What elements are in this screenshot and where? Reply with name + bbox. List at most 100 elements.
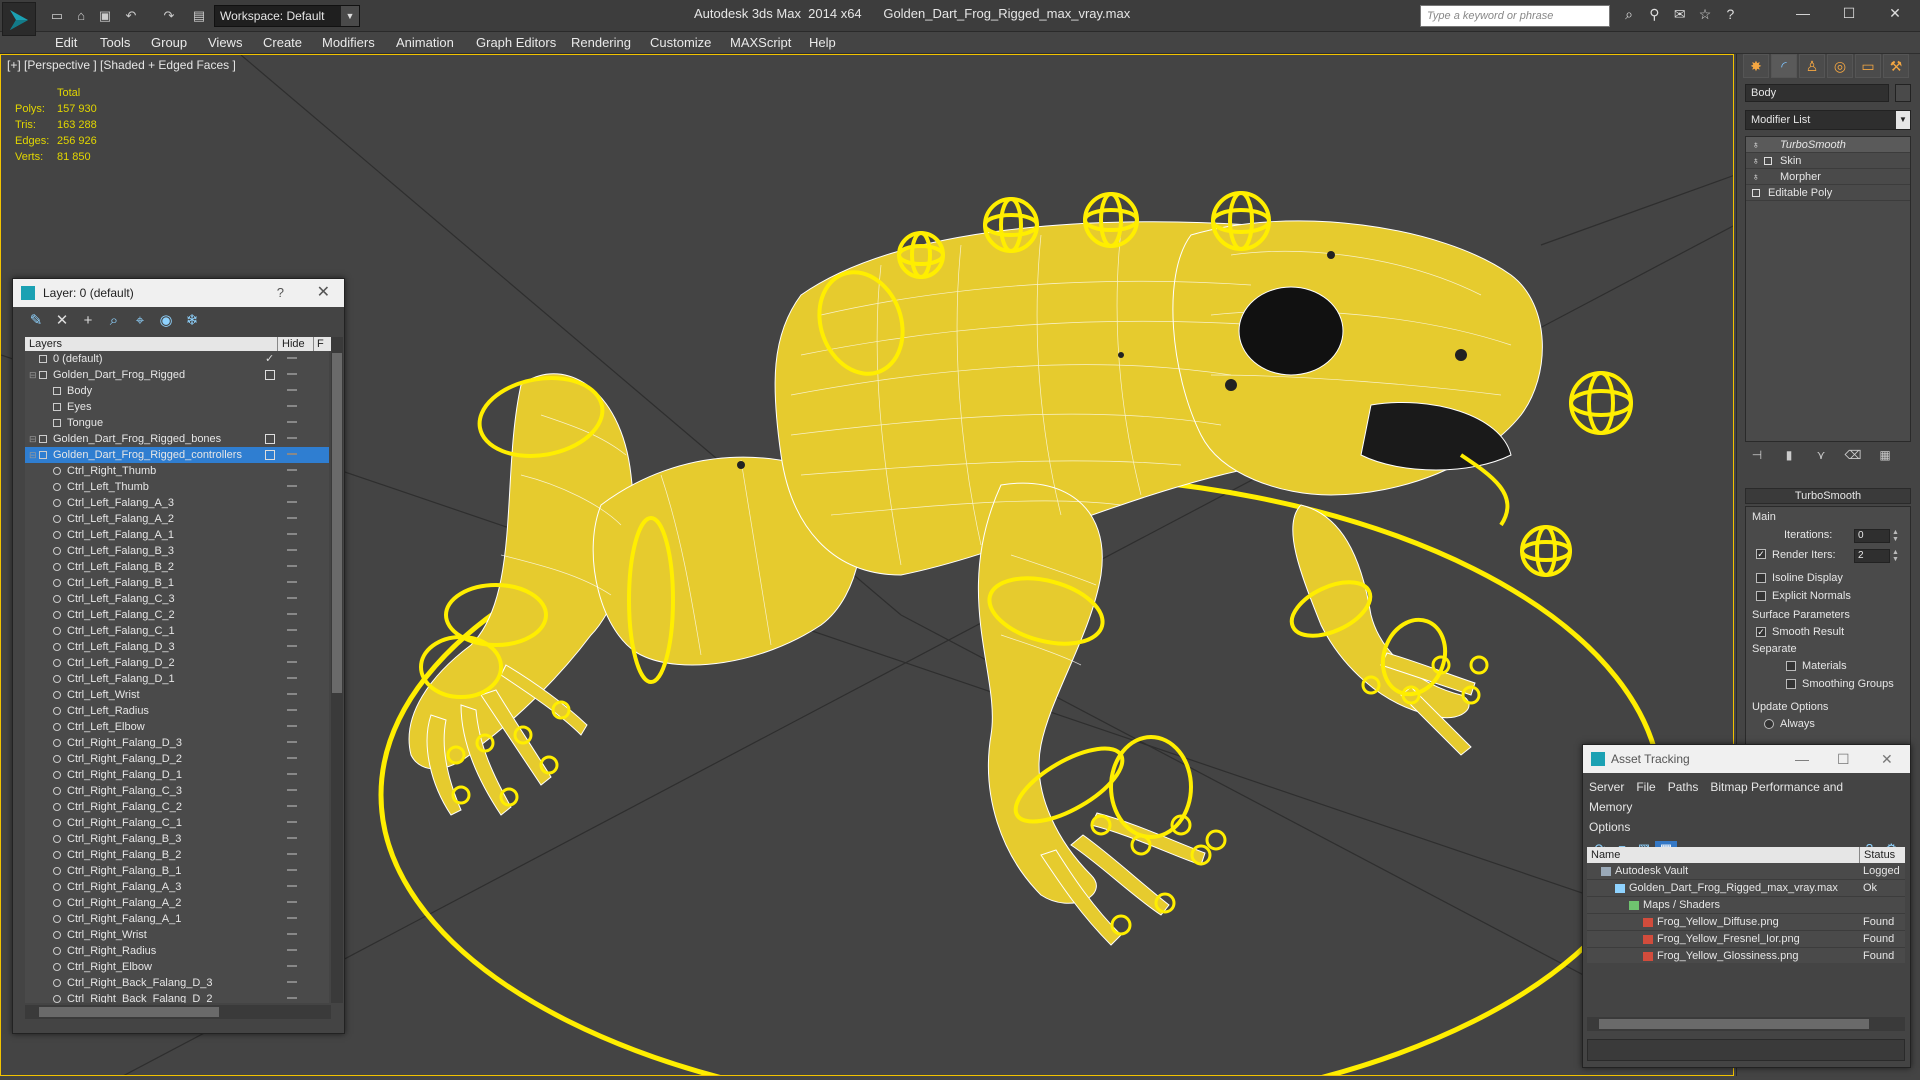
- materials-checkbox[interactable]: [1786, 661, 1796, 671]
- menu-create[interactable]: Create: [263, 35, 302, 50]
- configure-sets-icon[interactable]: ▦: [1873, 448, 1897, 468]
- layer-object-row[interactable]: Ctrl_Right_Falang_C_2: [25, 799, 329, 815]
- hide-toggle[interactable]: [287, 357, 297, 359]
- delete-layer-icon[interactable]: ✕: [49, 311, 75, 331]
- open-file-icon[interactable]: ⌂: [72, 7, 90, 25]
- hide-toggle[interactable]: [287, 645, 297, 647]
- freeze-all-icon[interactable]: ❄: [179, 311, 205, 331]
- layer-object-row[interactable]: Ctrl_Left_Falang_B_1: [25, 575, 329, 591]
- hide-toggle[interactable]: [287, 405, 297, 407]
- maximize-button[interactable]: ☐: [1837, 745, 1850, 773]
- pin-stack-icon[interactable]: ⊣: [1745, 448, 1769, 468]
- hide-toggle[interactable]: [287, 581, 297, 583]
- layer-object-row[interactable]: Ctrl_Left_Falang_D_2: [25, 655, 329, 671]
- asset-menu-bitmap-performance[interactable]: Bitmap Performance and Memory: [1589, 780, 1843, 814]
- subscription-icon[interactable]: ⚲: [1643, 6, 1665, 26]
- smooth-result-checkbox[interactable]: ✓: [1756, 627, 1766, 637]
- layer-object-row[interactable]: Ctrl_Right_Falang_A_3: [25, 879, 329, 895]
- hide-toggle[interactable]: [287, 421, 297, 423]
- hide-toggle[interactable]: [287, 389, 297, 391]
- menu-customize[interactable]: Customize: [650, 35, 711, 50]
- asset-horizontal-scrollbar[interactable]: [1587, 1017, 1905, 1031]
- layer-object-row[interactable]: Ctrl_Right_Falang_D_2: [25, 751, 329, 767]
- select-objects-icon[interactable]: ⌕: [101, 311, 127, 331]
- smoothing-groups-checkbox[interactable]: [1786, 679, 1796, 689]
- layer-object-row[interactable]: Ctrl_Right_Falang_C_1: [25, 815, 329, 831]
- layer-object-row[interactable]: Ctrl_Right_Falang_B_2: [25, 847, 329, 863]
- hide-toggle[interactable]: [287, 597, 297, 599]
- asset-menu-server[interactable]: Server: [1589, 780, 1624, 794]
- layer-object-row[interactable]: Ctrl_Left_Falang_A_1: [25, 527, 329, 543]
- hide-toggle[interactable]: [287, 901, 297, 903]
- stack-item-turbosmooth[interactable]: ♁ TurboSmooth: [1746, 137, 1910, 153]
- hide-toggle[interactable]: [287, 629, 297, 631]
- expand-box-icon[interactable]: [1764, 157, 1772, 165]
- menu-rendering[interactable]: Rendering: [571, 35, 631, 50]
- hide-toggle[interactable]: [287, 885, 297, 887]
- turbosmooth-rollout-header[interactable]: TurboSmooth: [1745, 488, 1911, 504]
- minimize-button[interactable]: —: [1795, 745, 1809, 773]
- asset-row[interactable]: Frog_Yellow_Fresnel_Ior.png Found: [1587, 931, 1905, 948]
- create-tab-icon[interactable]: ✸: [1743, 54, 1769, 78]
- stack-item-skin[interactable]: ♁ Skin: [1746, 153, 1910, 169]
- modify-tab-icon[interactable]: ◜: [1771, 54, 1797, 78]
- redo-icon[interactable]: ↷: [160, 7, 178, 25]
- render-iters-checkbox[interactable]: ✓: [1756, 549, 1766, 559]
- hide-toggle[interactable]: [287, 437, 297, 439]
- search-input[interactable]: Type a keyword or phrase: [1420, 5, 1610, 27]
- app-menu-button[interactable]: [2, 2, 36, 36]
- undo-icon[interactable]: ↶: [122, 7, 140, 25]
- viewport-label-menu[interactable]: [+] [Perspective ] [Shaded + Edged Faces…: [7, 58, 236, 72]
- layer-object-row[interactable]: Ctrl_Left_Falang_A_3: [25, 495, 329, 511]
- explicit-normals-checkbox[interactable]: [1756, 591, 1766, 601]
- hide-toggle[interactable]: [287, 773, 297, 775]
- layers-column-header[interactable]: Layers: [29, 337, 62, 351]
- layer-object-row[interactable]: Ctrl_Right_Falang_D_1: [25, 767, 329, 783]
- layer-object-row[interactable]: Ctrl_Left_Radius: [25, 703, 329, 719]
- iterations-spinner[interactable]: 0: [1854, 529, 1890, 543]
- layer-object-row[interactable]: Ctrl_Left_Falang_B_2: [25, 559, 329, 575]
- hide-toggle[interactable]: [287, 373, 297, 375]
- layer-row[interactable]: ⊟ Golden_Dart_Frog_Rigged_bones: [25, 431, 329, 447]
- hide-toggle[interactable]: [287, 453, 297, 455]
- utilities-tab-icon[interactable]: ⚒: [1883, 54, 1909, 78]
- layer-object-row[interactable]: Ctrl_Left_Falang_D_1: [25, 671, 329, 687]
- hide-toggle[interactable]: [287, 965, 297, 967]
- menu-graph-editors[interactable]: Graph Editors: [476, 35, 556, 50]
- hide-toggle[interactable]: [287, 677, 297, 679]
- layer-object-row[interactable]: Ctrl_Right_Falang_A_2: [25, 895, 329, 911]
- layer-horizontal-scrollbar[interactable]: [25, 1005, 331, 1019]
- hide-toggle[interactable]: [287, 837, 297, 839]
- layer-object-row[interactable]: Tongue: [25, 415, 329, 431]
- show-end-result-icon[interactable]: ▮: [1777, 448, 1801, 468]
- asset-row[interactable]: Golden_Dart_Frog_Rigged_max_vray.max Ok: [1587, 880, 1905, 897]
- asset-row[interactable]: Autodesk Vault Logged: [1587, 863, 1905, 880]
- hide-toggle[interactable]: [287, 949, 297, 951]
- asset-menu-paths[interactable]: Paths: [1668, 780, 1699, 794]
- new-file-icon[interactable]: ▭: [48, 7, 66, 25]
- project-folder-icon[interactable]: ▤: [190, 7, 208, 25]
- layer-object-row[interactable]: Ctrl_Right_Back_Falang_D_3: [25, 975, 329, 991]
- hide-toggle[interactable]: [287, 501, 297, 503]
- highlight-layer-icon[interactable]: ⌖: [127, 311, 153, 331]
- hide-toggle[interactable]: [287, 757, 297, 759]
- display-tab-icon[interactable]: ▭: [1855, 54, 1881, 78]
- spinner-arrows-icon[interactable]: ▲ ▼: [1892, 529, 1900, 543]
- spinner-arrows-icon[interactable]: ▲ ▼: [1892, 549, 1900, 563]
- favorites-star-icon[interactable]: ☆: [1694, 6, 1716, 26]
- modifier-list-dropdown[interactable]: Modifier List ▼: [1745, 110, 1911, 130]
- hide-toggle[interactable]: [287, 821, 297, 823]
- close-button[interactable]: ✕: [317, 279, 330, 307]
- layer-object-row[interactable]: Ctrl_Right_Thumb: [25, 463, 329, 479]
- help-button[interactable]: ?: [277, 279, 284, 307]
- layer-object-row[interactable]: Body: [25, 383, 329, 399]
- layer-object-row[interactable]: Ctrl_Right_Elbow: [25, 959, 329, 975]
- hide-toggle[interactable]: [287, 693, 297, 695]
- minimize-button[interactable]: —: [1780, 0, 1826, 26]
- menu-animation[interactable]: Animation: [396, 35, 454, 50]
- hide-toggle[interactable]: [287, 853, 297, 855]
- hide-toggle[interactable]: [287, 613, 297, 615]
- hide-toggle[interactable]: [287, 869, 297, 871]
- communication-icon[interactable]: ✉: [1669, 6, 1691, 26]
- hide-toggle[interactable]: [287, 485, 297, 487]
